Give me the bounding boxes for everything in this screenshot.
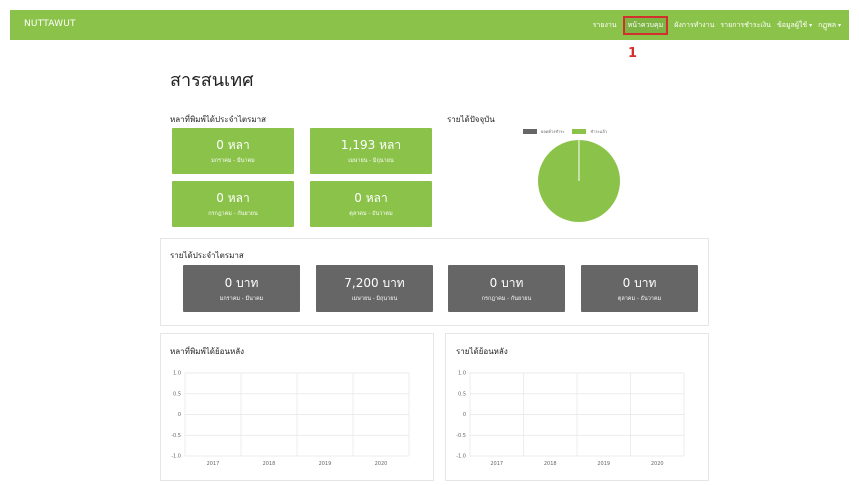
nav-item-payments[interactable]: รายการชำระเงิน [720, 20, 771, 31]
nav-menu: รายงาน หน้าควบคุม ผังการทำงาน รายการชำระ… [593, 10, 841, 40]
page-title: สารสนเทศ [170, 70, 254, 91]
y-tick-label: -0.5 [456, 433, 466, 439]
x-tick-label: 2018 [263, 461, 276, 467]
legend-label-paid: ชำระแล้ว [590, 129, 608, 134]
income-q3-card: 0 บาท กรกฎาคม - กันยายน [448, 265, 565, 312]
printed-history-title: หลาที่พิมพ์ได้ย้อนหลัง [170, 347, 245, 356]
x-tick-label: 2020 [375, 461, 388, 467]
x-tick-label: 2017 [207, 461, 220, 467]
card-value: 0 หลา [354, 191, 388, 205]
income-history-line-chart: 1.0 0.5 0 -0.5 -1.0 2017 2018 2019 2020 [456, 371, 685, 467]
card-range: กรกฎาคม - กันยายน [481, 295, 532, 302]
card-range: ตุลาคม - ธันวาคม [349, 211, 393, 217]
card-range: มกราคม - มีนาคม [219, 295, 264, 302]
card-value: 0 บาท [489, 275, 524, 290]
current-income-pie-chart [538, 140, 620, 222]
y-tick-label: 1.0 [458, 371, 466, 377]
y-tick-label: 1.0 [173, 371, 181, 377]
nav-item-dashboard[interactable]: หน้าควบคุม [622, 15, 669, 35]
printed-q2-card: 1,193 หลา เมษายน - มิถุนายน [310, 128, 432, 174]
x-tick-label: 2020 [651, 461, 664, 467]
navbar: NUTTAWUT รายงาน หน้าควบคุม ผังการทำงาน ร… [10, 10, 849, 40]
y-tick-label: -0.5 [171, 433, 181, 439]
x-tick-label: 2019 [597, 461, 610, 467]
annotation-marker: 1 [628, 46, 638, 61]
income-q4-card: 0 บาท ตุลาคม - ธันวาคม [581, 265, 698, 312]
nav-item-user-menu[interactable]: กฏูพล ▾ [818, 20, 841, 31]
chevron-down-icon: ▾ [837, 21, 841, 29]
card-value: 0 หลา [216, 138, 250, 152]
printed-q4-card: 0 หลา ตุลาคม - ธันวาคม [310, 181, 432, 227]
card-range: เมษายน - มิถุนายน [351, 295, 398, 302]
y-tick-label: 0 [463, 412, 466, 418]
nav-item-report[interactable]: รายงาน [593, 20, 617, 31]
printed-q3-card: 0 หลา กรกฎาคม - กันยายน [172, 181, 294, 227]
income-q2-card: 7,200 บาท เมษายน - มิถุนายน [316, 265, 433, 312]
x-tick-label: 2018 [544, 461, 557, 467]
card-range: กรกฎาคม - กันยายน [208, 211, 258, 217]
y-tick-label: -1.0 [456, 454, 466, 460]
income-q1-card: 0 บาท มกราคม - มีนาคม [183, 265, 300, 312]
y-tick-label: -1.0 [171, 454, 181, 460]
legend-label-outstanding: ยอดค้างชำระ [541, 129, 565, 134]
printed-quarterly-title: หลาที่พิมพ์ได้ประจำไตรมาส [170, 115, 266, 124]
y-tick-label: 0 [178, 412, 181, 418]
y-tick-label: 0.5 [173, 391, 181, 397]
card-value: 0 บาท [224, 275, 259, 290]
nav-item-user-info[interactable]: ข้อมูลผู้ใช้ ▾ [777, 20, 812, 31]
card-value: 0 บาท [622, 275, 657, 290]
card-range: มกราคม - มีนาคม [211, 158, 255, 164]
legend-swatch-paid [572, 129, 587, 134]
current-income-title: รายได้ปัจจุบัน [447, 115, 495, 124]
printed-q1-card: 0 หลา มกราคม - มีนาคม [172, 128, 294, 174]
y-tick-label: 0.5 [458, 391, 466, 397]
card-range: ตุลาคม - ธันวาคม [617, 295, 662, 302]
nav-item-workflow[interactable]: ผังการทำงาน [674, 20, 714, 31]
x-tick-label: 2017 [490, 461, 503, 467]
card-value: 0 หลา [216, 191, 250, 205]
legend-swatch-outstanding [523, 129, 537, 134]
nav-item-user-info-label: ข้อมูลผู้ใช้ [776, 20, 808, 29]
x-tick-label: 2019 [319, 461, 332, 467]
card-value: 7,200 บาท [344, 275, 405, 290]
card-range: เมษายน - มิถุนายน [348, 158, 394, 164]
income-history-title: รายได้ย้อนหลัง [456, 347, 508, 356]
nav-item-user-menu-label: กฏูพล [818, 20, 836, 29]
card-value: 1,193 หลา [340, 138, 402, 152]
income-quarterly-title: รายได้ประจำไตรมาส [170, 251, 244, 260]
printed-history-line-chart: 1.0 0.5 0 -0.5 -1.0 2017 2018 2019 2020 [171, 371, 410, 467]
pie-legend: ยอดค้างชำระ ชำระแล้ว [523, 128, 607, 135]
chevron-down-icon: ▾ [809, 21, 813, 29]
brand-logo[interactable]: NUTTAWUT [24, 19, 76, 29]
